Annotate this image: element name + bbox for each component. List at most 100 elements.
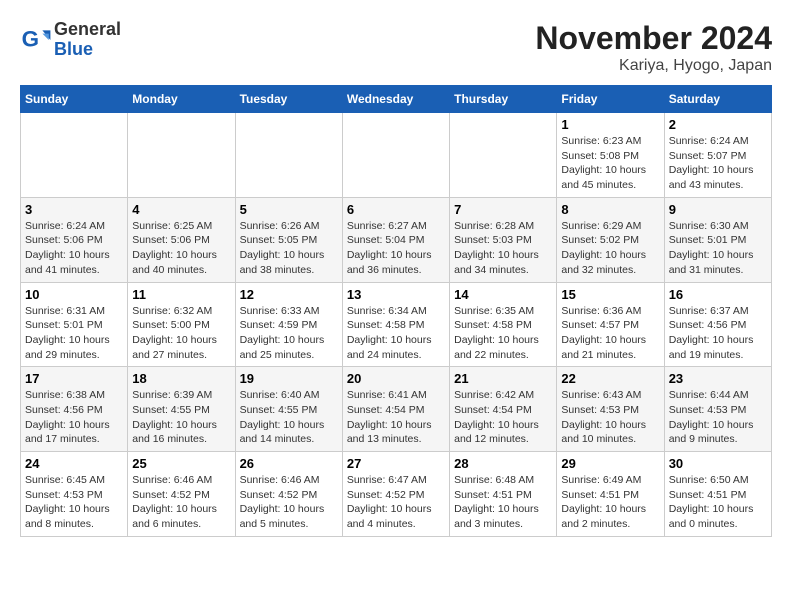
week-row-3: 10 Sunrise: 6:31 AM Sunset: 5:01 PM Dayli… (21, 282, 772, 367)
week-row-5: 24 Sunrise: 6:45 AM Sunset: 4:53 PM Dayli… (21, 452, 772, 537)
calendar-cell: 21 Sunrise: 6:42 AM Sunset: 4:54 PM Dayli… (450, 367, 557, 452)
calendar-cell (342, 113, 449, 198)
day-info: Sunrise: 6:34 AM Sunset: 4:58 PM Dayligh… (347, 304, 445, 363)
calendar-cell: 29 Sunrise: 6:49 AM Sunset: 4:51 PM Dayli… (557, 452, 664, 537)
day-info: Sunrise: 6:23 AM Sunset: 5:08 PM Dayligh… (561, 134, 659, 193)
calendar-cell: 23 Sunrise: 6:44 AM Sunset: 4:53 PM Dayli… (664, 367, 771, 452)
day-info: Sunrise: 6:48 AM Sunset: 4:51 PM Dayligh… (454, 473, 552, 532)
logo-text: General Blue (54, 20, 121, 60)
day-info: Sunrise: 6:36 AM Sunset: 4:57 PM Dayligh… (561, 304, 659, 363)
day-number: 2 (669, 117, 767, 132)
day-number: 15 (561, 287, 659, 302)
day-number: 28 (454, 456, 552, 471)
day-info: Sunrise: 6:35 AM Sunset: 4:58 PM Dayligh… (454, 304, 552, 363)
day-number: 20 (347, 371, 445, 386)
calendar-cell: 3 Sunrise: 6:24 AM Sunset: 5:06 PM Daylig… (21, 197, 128, 282)
calendar-cell: 22Sunrise: 6:43 AM Sunset: 4:53 PM Dayli… (557, 367, 664, 452)
calendar-cell (235, 113, 342, 198)
weekday-header-wednesday: Wednesday (342, 86, 449, 113)
logo-line1: General (54, 20, 121, 40)
day-info: Sunrise: 6:41 AM Sunset: 4:54 PM Dayligh… (347, 388, 445, 447)
day-number: 3 (25, 202, 123, 217)
day-number: 11 (132, 287, 230, 302)
day-number: 9 (669, 202, 767, 217)
calendar-cell: 28 Sunrise: 6:48 AM Sunset: 4:51 PM Dayli… (450, 452, 557, 537)
weekday-header-thursday: Thursday (450, 86, 557, 113)
week-row-4: 17Sunrise: 6:38 AM Sunset: 4:56 PM Dayli… (21, 367, 772, 452)
calendar-cell: 13 Sunrise: 6:34 AM Sunset: 4:58 PM Dayli… (342, 282, 449, 367)
day-number: 4 (132, 202, 230, 217)
day-info: Sunrise: 6:37 AM Sunset: 4:56 PM Dayligh… (669, 304, 767, 363)
day-number: 24 (25, 456, 123, 471)
calendar-cell: 14 Sunrise: 6:35 AM Sunset: 4:58 PM Dayli… (450, 282, 557, 367)
day-number: 1 (561, 117, 659, 132)
day-info: Sunrise: 6:46 AM Sunset: 4:52 PM Dayligh… (132, 473, 230, 532)
day-info: Sunrise: 6:29 AM Sunset: 5:02 PM Dayligh… (561, 219, 659, 278)
calendar-cell: 9 Sunrise: 6:30 AM Sunset: 5:01 PM Daylig… (664, 197, 771, 282)
day-info: Sunrise: 6:27 AM Sunset: 5:04 PM Dayligh… (347, 219, 445, 278)
calendar-cell: 27Sunrise: 6:47 AM Sunset: 4:52 PM Dayli… (342, 452, 449, 537)
calendar-cell: 16 Sunrise: 6:37 AM Sunset: 4:56 PM Dayli… (664, 282, 771, 367)
day-number: 29 (561, 456, 659, 471)
day-number: 27 (347, 456, 445, 471)
day-number: 7 (454, 202, 552, 217)
day-number: 18 (132, 371, 230, 386)
day-number: 23 (669, 371, 767, 386)
day-number: 16 (669, 287, 767, 302)
day-info: Sunrise: 6:40 AM Sunset: 4:55 PM Dayligh… (240, 388, 338, 447)
calendar-cell: 17Sunrise: 6:38 AM Sunset: 4:56 PM Dayli… (21, 367, 128, 452)
day-info: Sunrise: 6:25 AM Sunset: 5:06 PM Dayligh… (132, 219, 230, 278)
weekday-header-saturday: Saturday (664, 86, 771, 113)
calendar-cell: 7 Sunrise: 6:28 AM Sunset: 5:03 PM Daylig… (450, 197, 557, 282)
day-info: Sunrise: 6:30 AM Sunset: 5:01 PM Dayligh… (669, 219, 767, 278)
day-info: Sunrise: 6:46 AM Sunset: 4:52 PM Dayligh… (240, 473, 338, 532)
day-number: 13 (347, 287, 445, 302)
day-number: 26 (240, 456, 338, 471)
logo-line2: Blue (54, 40, 121, 60)
weekday-header-tuesday: Tuesday (235, 86, 342, 113)
calendar-cell: 1 Sunrise: 6:23 AM Sunset: 5:08 PM Daylig… (557, 113, 664, 198)
logo-icon: G (20, 24, 52, 56)
weekday-header-row: SundayMondayTuesdayWednesdayThursdayFrid… (21, 86, 772, 113)
day-number: 12 (240, 287, 338, 302)
calendar-cell: 15 Sunrise: 6:36 AM Sunset: 4:57 PM Dayli… (557, 282, 664, 367)
day-info: Sunrise: 6:42 AM Sunset: 4:54 PM Dayligh… (454, 388, 552, 447)
day-info: Sunrise: 6:45 AM Sunset: 4:53 PM Dayligh… (25, 473, 123, 532)
day-number: 14 (454, 287, 552, 302)
day-info: Sunrise: 6:31 AM Sunset: 5:01 PM Dayligh… (25, 304, 123, 363)
day-number: 19 (240, 371, 338, 386)
weekday-header-sunday: Sunday (21, 86, 128, 113)
weekday-header-monday: Monday (128, 86, 235, 113)
week-row-1: 1 Sunrise: 6:23 AM Sunset: 5:08 PM Daylig… (21, 113, 772, 198)
day-number: 10 (25, 287, 123, 302)
day-info: Sunrise: 6:39 AM Sunset: 4:55 PM Dayligh… (132, 388, 230, 447)
calendar-cell (128, 113, 235, 198)
day-number: 6 (347, 202, 445, 217)
calendar-cell: 20 Sunrise: 6:41 AM Sunset: 4:54 PM Dayli… (342, 367, 449, 452)
title-block: November 2024 Kariya, Hyogo, Japan (535, 20, 772, 75)
weekday-header-friday: Friday (557, 86, 664, 113)
svg-text:G: G (22, 26, 39, 51)
day-number: 25 (132, 456, 230, 471)
calendar-cell: 25 Sunrise: 6:46 AM Sunset: 4:52 PM Dayli… (128, 452, 235, 537)
calendar-cell: 19 Sunrise: 6:40 AM Sunset: 4:55 PM Dayli… (235, 367, 342, 452)
calendar-cell: 6 Sunrise: 6:27 AM Sunset: 5:04 PM Daylig… (342, 197, 449, 282)
calendar-cell: 10 Sunrise: 6:31 AM Sunset: 5:01 PM Dayli… (21, 282, 128, 367)
day-info: Sunrise: 6:50 AM Sunset: 4:51 PM Dayligh… (669, 473, 767, 532)
calendar-cell: 11Sunrise: 6:32 AM Sunset: 5:00 PM Dayli… (128, 282, 235, 367)
day-number: 21 (454, 371, 552, 386)
day-number: 17 (25, 371, 123, 386)
calendar-cell: 12Sunrise: 6:33 AM Sunset: 4:59 PM Dayli… (235, 282, 342, 367)
logo: G General Blue (20, 20, 121, 60)
day-info: Sunrise: 6:49 AM Sunset: 4:51 PM Dayligh… (561, 473, 659, 532)
day-number: 30 (669, 456, 767, 471)
day-info: Sunrise: 6:24 AM Sunset: 5:07 PM Dayligh… (669, 134, 767, 193)
day-info: Sunrise: 6:24 AM Sunset: 5:06 PM Dayligh… (25, 219, 123, 278)
calendar-cell: 2 Sunrise: 6:24 AM Sunset: 5:07 PM Daylig… (664, 113, 771, 198)
calendar-cell: 5Sunrise: 6:26 AM Sunset: 5:05 PM Daylig… (235, 197, 342, 282)
day-info: Sunrise: 6:44 AM Sunset: 4:53 PM Dayligh… (669, 388, 767, 447)
day-info: Sunrise: 6:28 AM Sunset: 5:03 PM Dayligh… (454, 219, 552, 278)
page-header: G General Blue November 2024 Kariya, Hyo… (20, 20, 772, 75)
calendar-cell (450, 113, 557, 198)
day-info: Sunrise: 6:26 AM Sunset: 5:05 PM Dayligh… (240, 219, 338, 278)
